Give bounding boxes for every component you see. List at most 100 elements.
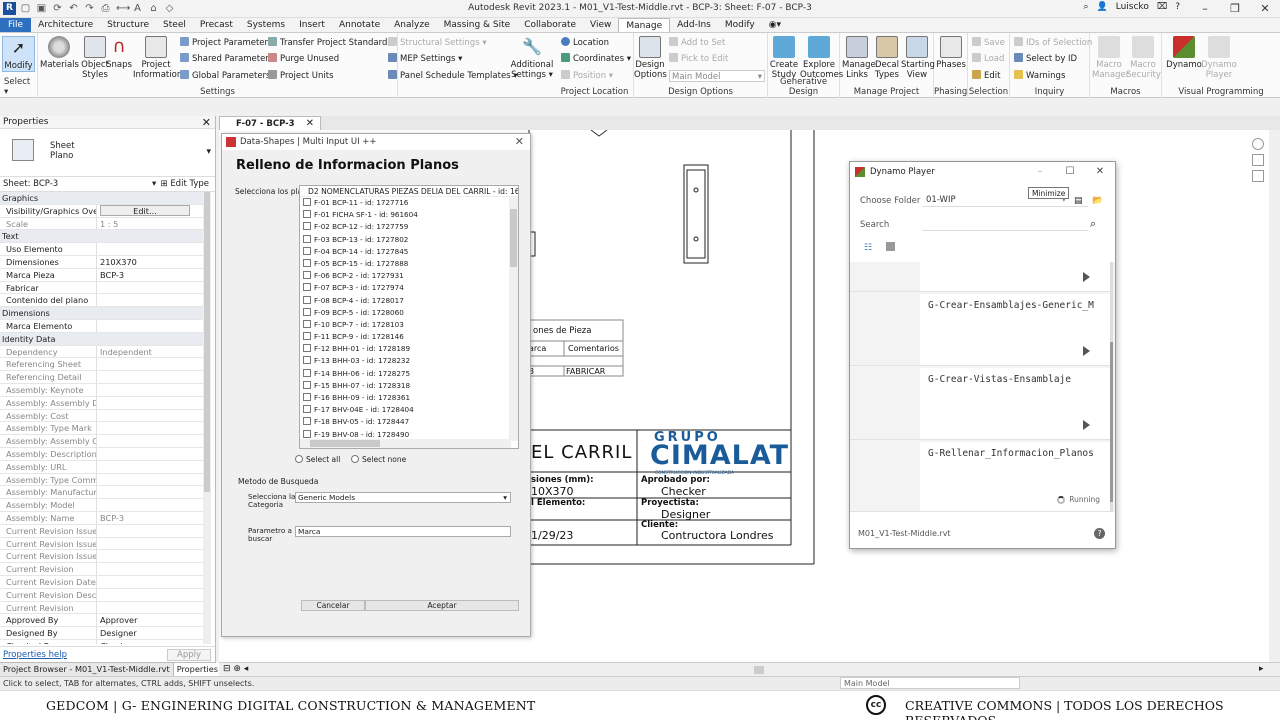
script-card[interactable]: G-Crear-Ensamblajes-Generic_M — [850, 294, 1112, 366]
manage-links-button[interactable]: Manage Links — [842, 36, 876, 80]
property-category[interactable]: Graphics — [0, 192, 204, 205]
property-category[interactable]: Identity Data — [0, 332, 204, 346]
script-card[interactable]: G-Rellenar_Informacion_Planos Running — [850, 442, 1112, 512]
search-icon[interactable]: ⌕ — [1090, 217, 1096, 231]
help-icon[interactable]: ? — [1094, 528, 1105, 539]
tab-collaborate[interactable]: Collaborate — [517, 18, 583, 32]
list-horizontal-scrollbar[interactable] — [300, 439, 511, 448]
tab-systems[interactable]: Systems — [240, 18, 292, 32]
restore-icon[interactable]: ❐ — [1220, 0, 1250, 17]
list-item[interactable]: F-16 BHH-09 - id: 1728361 — [300, 392, 518, 404]
checkbox[interactable] — [303, 405, 311, 414]
chevron-down-icon[interactable]: ▾ — [152, 177, 156, 192]
accept-button[interactable]: Aceptar — [365, 600, 519, 611]
play-icon[interactable] — [1083, 346, 1090, 356]
structural-settings-button[interactable]: Structural Settings ▾ — [388, 37, 487, 49]
phases-button[interactable]: Phases — [934, 36, 968, 70]
load-selection-button[interactable]: Load — [972, 53, 1004, 65]
property-value[interactable]: Approver — [97, 614, 204, 626]
tab-steel[interactable]: Steel — [156, 18, 193, 32]
list-item[interactable]: F-15 BHH-07 - id: 1728318 — [300, 380, 518, 392]
property-value[interactable]: Edit... — [97, 204, 204, 217]
active-workset-select[interactable]: Main Model — [840, 677, 1020, 689]
list-view-icon[interactable]: ☷ — [864, 243, 872, 253]
list-item[interactable]: F-06 BCP-2 - id: 1727931 — [300, 270, 518, 282]
type-selector[interactable]: Sheet Plano ▾ — [0, 129, 215, 177]
transfer-standards-button[interactable]: Transfer Project Standards — [268, 37, 392, 49]
dynamo-button[interactable]: Dynamo — [1166, 36, 1202, 70]
project-units-button[interactable]: Project Units — [268, 70, 334, 82]
property-value[interactable] — [97, 282, 204, 294]
checkbox[interactable] — [303, 283, 311, 292]
tab-annotate[interactable]: Annotate — [332, 18, 387, 32]
cancel-button[interactable]: Cancelar — [301, 600, 365, 611]
ids-of-selection-button[interactable]: IDs of Selection — [1014, 37, 1092, 49]
select-all-radio[interactable]: Select all — [295, 455, 340, 464]
zoom-menu-icon[interactable] — [1252, 170, 1264, 182]
tab-add-ins[interactable]: Add-Ins — [670, 18, 718, 32]
script-card[interactable] — [850, 262, 1112, 292]
macro-security-button[interactable]: Macro Security — [1126, 36, 1161, 80]
checkbox[interactable] — [303, 429, 311, 438]
dynamo-player-button[interactable]: Dynamo Player — [1200, 36, 1238, 80]
checkbox[interactable] — [303, 344, 311, 353]
property-value[interactable]: 210X370 — [97, 256, 204, 268]
scripts-scrollbar[interactable] — [1110, 262, 1113, 512]
design-options-button[interactable]: Design Options — [634, 36, 667, 80]
explore-outcomes-button[interactable]: Explore Outcomes — [800, 36, 843, 80]
list-item[interactable]: F-01 BCP-11 - id: 1727716 — [300, 197, 518, 209]
properties-scrollbar[interactable] — [203, 192, 211, 644]
script-card[interactable]: G-Crear-Vistas-Ensamblaje — [850, 368, 1112, 440]
select-by-id-button[interactable]: Select by ID — [1014, 53, 1077, 65]
zoom-icon[interactable] — [1252, 154, 1264, 166]
tab-architecture[interactable]: Architecture — [31, 18, 100, 32]
shared-parameters-button[interactable]: Shared Parameters — [180, 53, 273, 65]
play-icon[interactable] — [1083, 272, 1090, 282]
list-item[interactable]: F-07 BCP-3 - id: 1727974 — [300, 282, 518, 294]
list-item[interactable]: F-13 BHH-03 - id: 1728232 — [300, 355, 518, 367]
starting-view-button[interactable]: Starting View — [901, 36, 935, 80]
checkbox[interactable] — [303, 295, 311, 304]
position-button[interactable]: Position ▾ — [561, 70, 613, 82]
pick-to-edit-button[interactable]: Pick to Edit — [669, 53, 728, 65]
add-to-set-button[interactable]: Add to Set — [669, 37, 725, 49]
user-icon[interactable]: 👤 — [1097, 2, 1108, 12]
chevron-down-icon[interactable]: ▾ — [206, 147, 211, 157]
warnings-button[interactable]: Warnings — [1014, 70, 1065, 82]
edit-selection-button[interactable]: Edit — [972, 70, 1000, 82]
list-item[interactable]: F-09 BCP-5 - id: 1728060 — [300, 307, 518, 319]
minimize-icon[interactable]: – — [1029, 162, 1051, 182]
list-item[interactable]: F-18 BHV-05 - id: 1728447 — [300, 416, 518, 428]
save-selection-button[interactable]: Save — [972, 37, 1005, 49]
tab-view[interactable]: View — [583, 18, 618, 32]
location-button[interactable]: Location — [561, 37, 609, 49]
edit-button[interactable]: Edit... — [100, 204, 190, 216]
edit-type-button[interactable]: ⊞ Edit Type — [160, 177, 209, 192]
macro-manager-button[interactable]: Macro Manager — [1092, 36, 1129, 80]
property-value[interactable] — [97, 320, 204, 332]
tab-manage[interactable]: Manage — [618, 18, 671, 32]
tab-structure[interactable]: Structure — [100, 18, 156, 32]
list-item[interactable]: F-02 BCP-12 - id: 1727759 — [300, 221, 518, 233]
checkbox[interactable] — [303, 307, 311, 316]
list-item[interactable]: F-04 BCP-14 - id: 1727845 — [300, 246, 518, 258]
folder-open-icon[interactable]: 📂 — [1092, 196, 1103, 206]
list-item[interactable]: F-03 BCP-13 - id: 1727802 — [300, 234, 518, 246]
steering-wheel-icon[interactable] — [1252, 138, 1264, 150]
list-item[interactable]: F-12 BHH-01 - id: 1728189 — [300, 343, 518, 355]
decal-types-button[interactable]: Decal Types — [872, 36, 902, 80]
tab-file[interactable]: File — [0, 18, 32, 32]
additional-settings-button[interactable]: 🔧 Additional Settings ▾ — [510, 36, 554, 80]
tab-properties[interactable]: Properties — [173, 663, 223, 676]
instance-select[interactable]: Sheet: BCP-3 — [3, 179, 58, 189]
create-study-button[interactable]: Create Study — [768, 36, 800, 80]
project-parameters-button[interactable]: Project Parameters — [180, 37, 272, 49]
checkbox[interactable] — [303, 198, 311, 206]
materials-button[interactable]: Materials — [40, 36, 79, 70]
list-item[interactable]: F-17 BHV-04E - id: 1728404 — [300, 404, 518, 416]
list-item[interactable]: F-10 BCP-7 - id: 1728103 — [300, 319, 518, 331]
modify-button[interactable]: ➚ Modify — [2, 36, 35, 72]
property-value[interactable] — [97, 294, 204, 306]
main-model-select[interactable]: Main Model ▾ — [669, 70, 765, 82]
minimize-icon[interactable]: – — [1190, 0, 1220, 17]
